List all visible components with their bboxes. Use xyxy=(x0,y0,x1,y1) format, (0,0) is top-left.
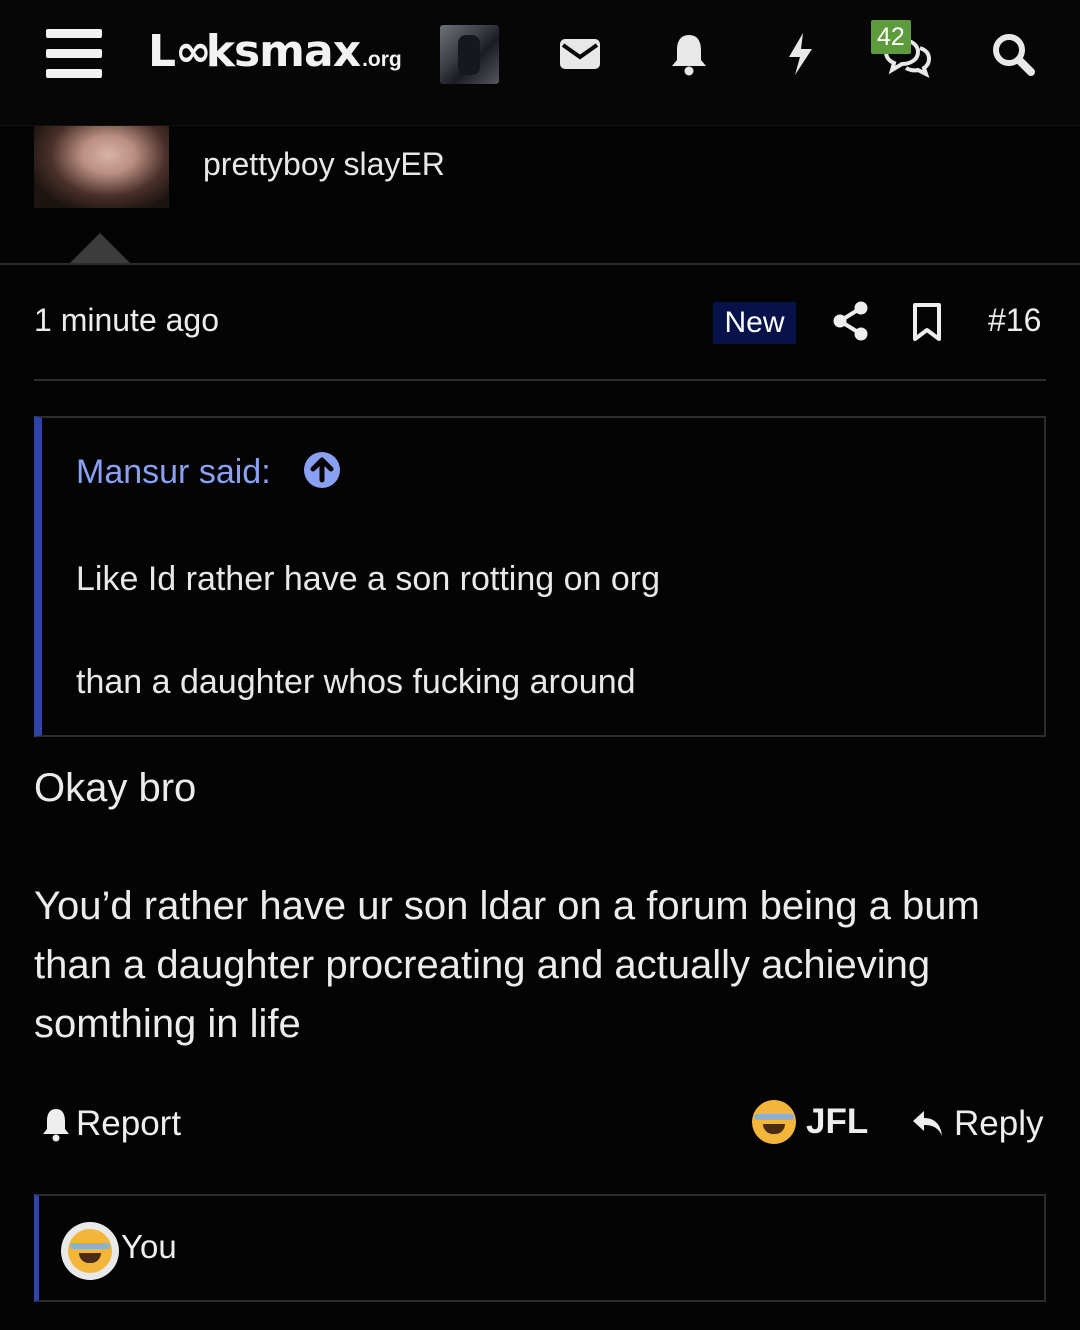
jfl-reaction-button[interactable]: JFL xyxy=(752,1100,868,1144)
post-body-line: than a daughter procreating and actually… xyxy=(34,943,931,987)
reaction-user-link[interactable]: You xyxy=(121,1228,177,1266)
reaction-label: JFL xyxy=(806,1102,869,1141)
search-icon[interactable] xyxy=(985,26,1041,82)
author-avatar[interactable] xyxy=(34,126,169,208)
meta-divider xyxy=(34,379,1046,381)
share-icon[interactable] xyxy=(832,300,870,342)
post-timestamp[interactable]: 1 minute ago xyxy=(34,302,219,339)
reply-arrow-icon xyxy=(913,1111,942,1136)
post-body-line: You’d rather have ur son ldar on a forum… xyxy=(34,884,980,928)
bell-icon xyxy=(43,1109,69,1142)
reply-button[interactable]: Reply xyxy=(910,1104,1043,1144)
logo-tld: .org xyxy=(362,48,402,71)
new-badge: New xyxy=(713,302,796,344)
report-button[interactable]: Report xyxy=(40,1104,181,1144)
reaction-avatar xyxy=(61,1222,119,1280)
chat-count-badge: 42 xyxy=(871,20,911,54)
quote-author-link[interactable]: Mansur said: xyxy=(76,453,271,492)
mail-icon[interactable] xyxy=(552,26,608,82)
author-divider xyxy=(0,263,1080,265)
post-body-line: somthing in life xyxy=(34,1002,301,1046)
report-label: Report xyxy=(76,1104,182,1143)
reply-label: Reply xyxy=(954,1104,1044,1143)
post-number-link[interactable]: #16 xyxy=(988,302,1041,339)
laughing-crying-emoji-icon xyxy=(752,1100,796,1144)
laughing-crying-emoji-icon xyxy=(68,1229,112,1273)
logo-main: L∞ksmax xyxy=(148,26,361,77)
author-name[interactable]: prettyboy slayER xyxy=(203,146,445,183)
author-pointer-arrow xyxy=(68,233,132,265)
quote-text-line: than a daughter whos fucking around xyxy=(76,663,636,701)
top-nav-bar: L∞ksmax .org 42 xyxy=(0,0,1080,126)
bookmark-icon[interactable] xyxy=(910,302,944,342)
lightning-icon[interactable] xyxy=(772,26,828,82)
quote-text-line: Like Id rather have a son rotting on org xyxy=(76,560,661,598)
site-logo[interactable]: L∞ksmax .org xyxy=(148,26,402,86)
post-body-line: Okay bro xyxy=(34,766,197,810)
reactions-bar[interactable] xyxy=(34,1194,1046,1302)
bell-icon[interactable] xyxy=(661,26,717,82)
arrow-up-circle-icon[interactable] xyxy=(304,452,340,488)
menu-icon[interactable] xyxy=(46,29,102,79)
user-avatar-thumb[interactable] xyxy=(440,25,499,84)
